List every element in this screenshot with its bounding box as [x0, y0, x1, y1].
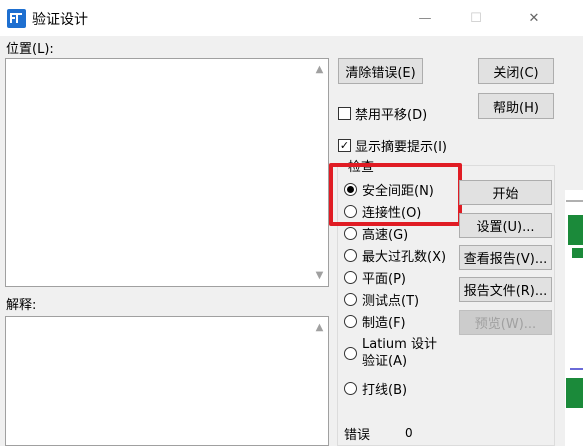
radio-label-block: Latium 设计 验证(A)	[362, 336, 437, 370]
radio-label: 打线(B)	[362, 383, 408, 398]
radio-icon	[344, 346, 357, 360]
background-pcb-trace	[566, 378, 583, 408]
radio-label: Latium 设计	[362, 337, 437, 352]
radio-latium[interactable]: Latium 设计 验证(A)	[344, 336, 437, 370]
minimize-button[interactable]: —	[405, 0, 445, 36]
location-list[interactable]: ▲ ▼	[5, 58, 329, 287]
location-label: 位置(L):	[6, 42, 54, 57]
checkbox-box	[338, 107, 351, 120]
radio-icon	[344, 293, 357, 306]
show-summary-checkbox[interactable]: ✓ 显示摘要提示(I)	[338, 136, 447, 155]
report-file-button[interactable]: 报告文件(R)...	[459, 277, 552, 302]
radio-icon	[344, 227, 357, 240]
background-pcb-trace	[566, 200, 583, 202]
radio-icon	[344, 249, 357, 262]
radio-max-vias[interactable]: 最大过孔数(X)	[344, 246, 446, 265]
close-button[interactable]: 关闭(C)	[478, 58, 554, 84]
close-window-button[interactable]: ✕	[514, 0, 554, 36]
preview-button[interactable]: 预览(W)...	[459, 310, 552, 335]
app-icon	[7, 9, 26, 28]
scroll-down-icon[interactable]: ▼	[311, 267, 328, 284]
errors-count: 0	[405, 426, 413, 440]
radio-label: 最大过孔数(X)	[362, 250, 447, 265]
radio-label: 高速(G)	[362, 228, 409, 243]
scroll-up-icon[interactable]: ▲	[311, 319, 328, 336]
errors-label: 错误	[344, 428, 371, 443]
minimize-icon: —	[418, 10, 432, 26]
radio-icon	[344, 271, 357, 284]
disable-pan-label: 禁用平移(D)	[355, 108, 428, 123]
clear-errors-button[interactable]: 清除错误(E)	[338, 58, 423, 84]
radio-high-speed[interactable]: 高速(G)	[344, 224, 408, 243]
location-scrollbar[interactable]: ▲ ▼	[311, 59, 328, 286]
maximize-icon: ☐	[470, 10, 482, 26]
maximize-button[interactable]: ☐	[456, 0, 496, 36]
checkmark-icon: ✓	[338, 139, 351, 152]
radio-icon	[344, 382, 357, 395]
show-summary-label: 显示摘要提示(I)	[355, 140, 447, 155]
explanation-label: 解释:	[6, 298, 37, 313]
radio-label: 测试点(T)	[362, 294, 420, 309]
radio-fabrication[interactable]: 制造(F)	[344, 312, 406, 331]
radio-icon	[344, 315, 357, 328]
window-title: 验证设计	[32, 12, 88, 28]
radio-label: 验证(A)	[362, 354, 408, 369]
radio-plane[interactable]: 平面(P)	[344, 268, 406, 287]
highlight-box	[329, 163, 462, 226]
radio-label: 平面(P)	[362, 272, 406, 287]
view-report-button[interactable]: 查看报告(V)...	[459, 245, 552, 270]
explanation-scrollbar[interactable]: ▲	[311, 317, 328, 445]
disable-pan-checkbox[interactable]: 禁用平移(D)	[338, 104, 427, 123]
close-icon: ✕	[528, 10, 540, 26]
radio-wire-bond[interactable]: 打线(B)	[344, 379, 407, 398]
background-pcb-trace	[568, 215, 583, 245]
background-pcb-trace	[570, 368, 583, 370]
settings-button[interactable]: 设置(U)...	[459, 213, 552, 238]
radio-test-point[interactable]: 测试点(T)	[344, 290, 419, 309]
start-button[interactable]: 开始	[459, 180, 552, 205]
radio-label: 制造(F)	[362, 316, 406, 331]
explanation-text[interactable]: ▲	[5, 316, 329, 446]
scroll-up-icon[interactable]: ▲	[311, 61, 328, 78]
background-pcb-trace	[572, 248, 583, 258]
help-button[interactable]: 帮助(H)	[478, 93, 554, 119]
